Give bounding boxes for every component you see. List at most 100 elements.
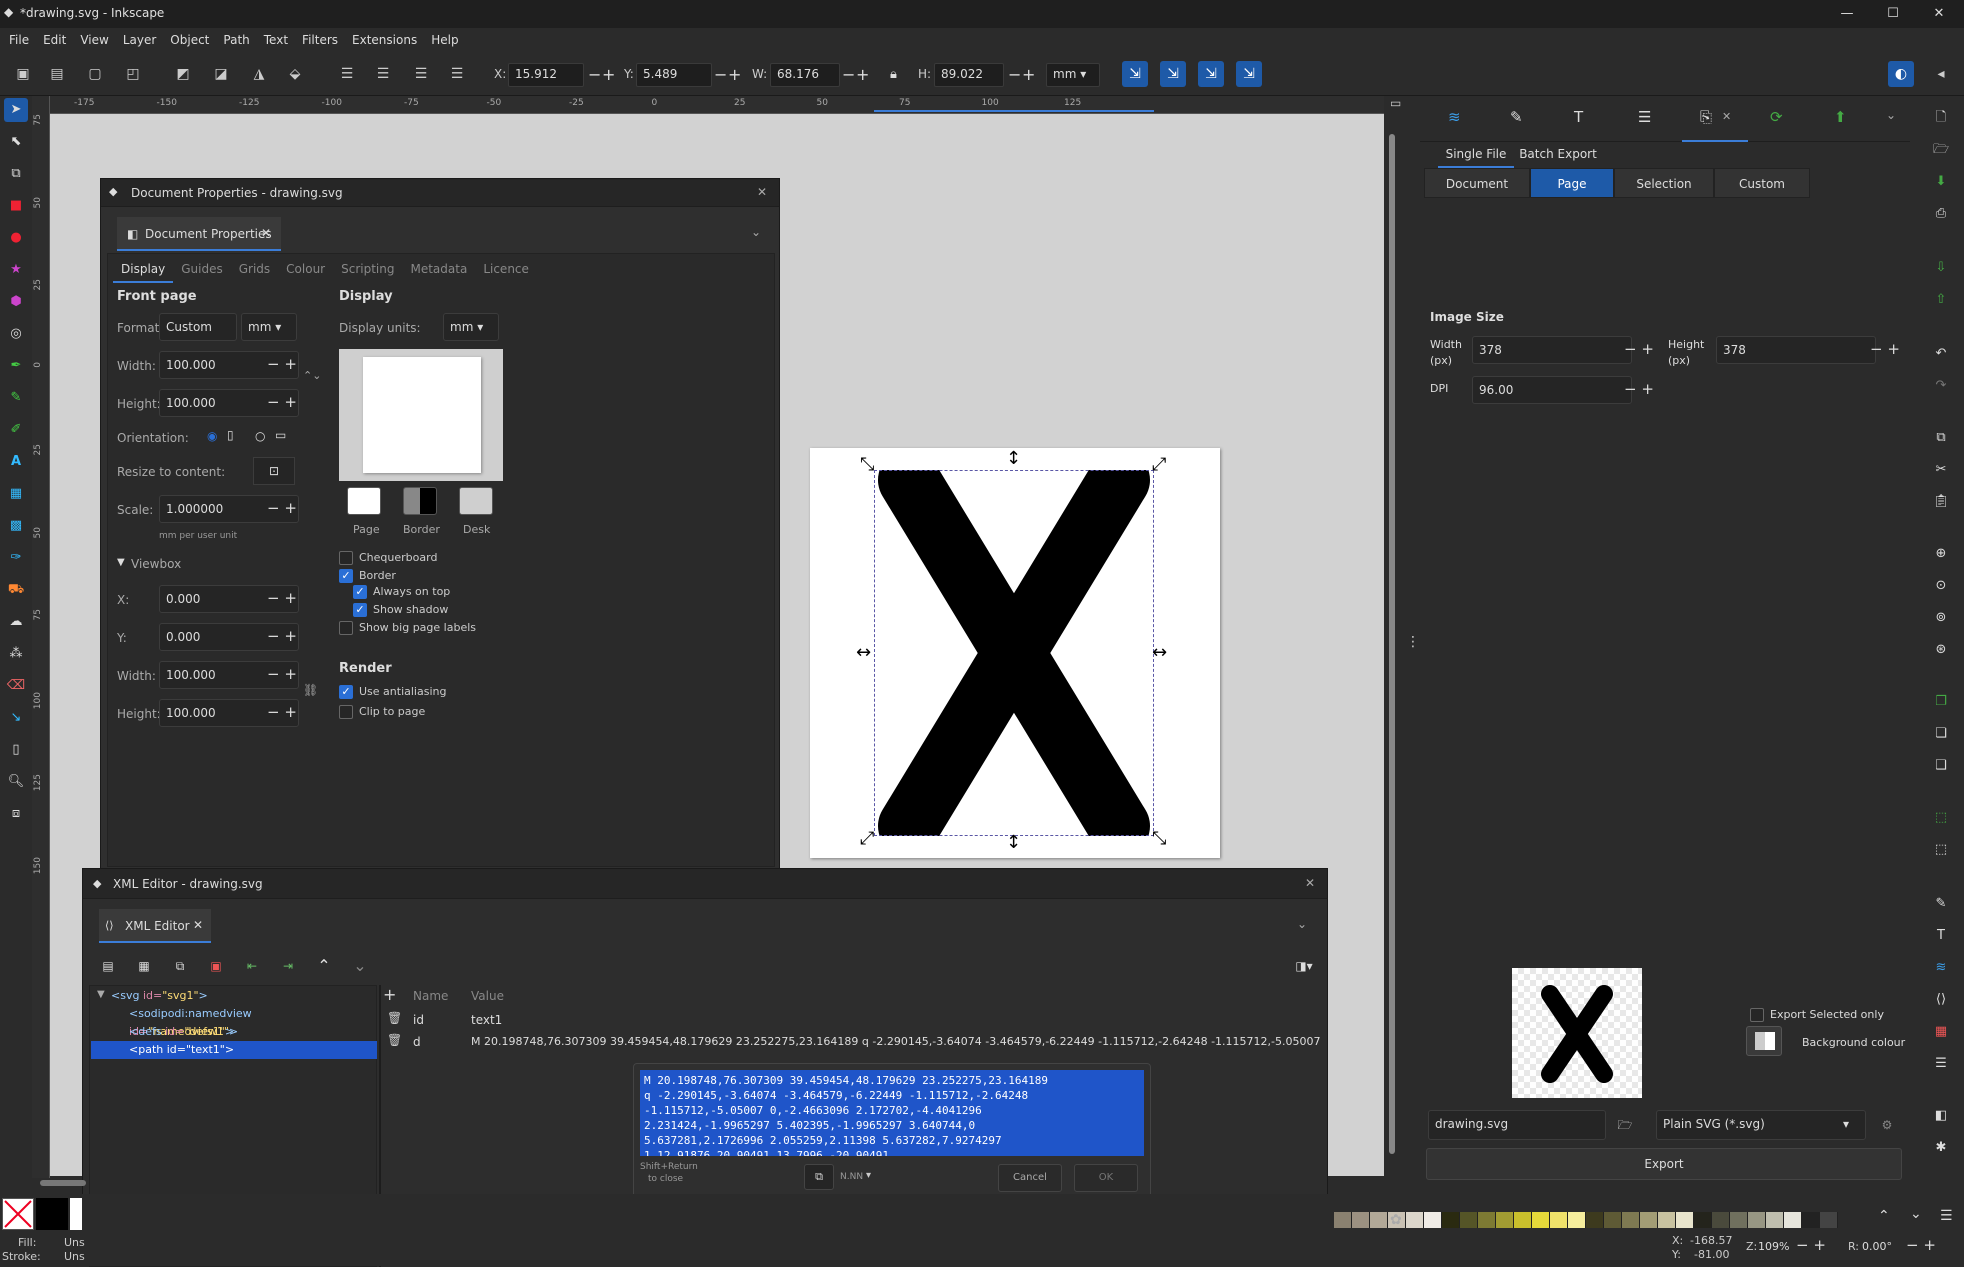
format-settings-gear-icon[interactable]: ⚙ <box>1872 1110 1902 1140</box>
copy-icon[interactable]: ⧉ <box>1929 426 1953 450</box>
paste-icon[interactable]: 📋︎ <box>1929 490 1953 514</box>
dpi-stepper[interactable]: − + <box>1624 380 1654 398</box>
menu-filters[interactable]: Filters <box>295 28 345 52</box>
star-tool-icon[interactable]: ★ <box>4 258 28 282</box>
unlink-clone-icon[interactable]: ❑ <box>1929 754 1953 778</box>
checkbox-border[interactable]: ✓ <box>339 569 353 583</box>
checkbox-always-on-top[interactable]: ✓ <box>353 585 367 599</box>
import-icon[interactable]: ⇩ <box>1929 256 1953 280</box>
scroll-thumb[interactable] <box>1389 134 1395 1154</box>
scale-stroke-icon[interactable]: ⇲ <box>1122 61 1148 87</box>
measure-tool-icon[interactable]: ⧈ <box>4 802 28 826</box>
close-icon[interactable]: ✕ <box>757 185 767 199</box>
palette-swatch[interactable] <box>1676 1212 1694 1228</box>
vb-width-stepper[interactable]: − + <box>267 665 297 683</box>
clone-icon[interactable]: ❏ <box>1929 722 1953 746</box>
cancel-button[interactable]: Cancel <box>998 1164 1062 1192</box>
select-all-icon[interactable]: ▣ <box>10 61 36 87</box>
y-decrement[interactable]: − <box>714 65 727 85</box>
tree-expander-icon[interactable]: ▼ <box>97 989 105 1000</box>
ok-button[interactable]: OK <box>1074 1164 1138 1192</box>
attr-value-id[interactable]: text1 <box>471 1013 502 1027</box>
width-stepper[interactable]: − + <box>267 355 297 373</box>
preferences-icon[interactable]: ✱ <box>1929 1136 1953 1160</box>
export-format-dropdown[interactable]: Plain SVG (*.svg) ▾ <box>1656 1110 1866 1140</box>
connector-tool-icon[interactable]: ↘ <box>4 706 28 730</box>
tab-display[interactable]: Display <box>113 257 174 283</box>
w-decrement[interactable]: − <box>842 65 855 85</box>
docprops-titlebar[interactable]: ◆ Document Properties - drawing.svg ✕ <box>101 179 779 207</box>
scale-handle-nw[interactable]: ⤡ <box>860 456 874 474</box>
tab-guides[interactable]: Guides <box>173 257 231 281</box>
selector-tool-icon[interactable]: ➤ <box>4 98 28 122</box>
lower-icon[interactable]: ☰ <box>408 61 434 87</box>
zoom-page-icon[interactable]: ⊚ <box>1929 606 1953 630</box>
height-stepper[interactable]: − + <box>267 393 297 411</box>
deselect-icon[interactable]: ▢ <box>82 61 108 87</box>
palette-swatch[interactable] <box>1514 1212 1532 1228</box>
close-window-button[interactable]: ✕ <box>1916 0 1962 28</box>
duplicate-node-icon[interactable]: ⧉ <box>169 955 191 977</box>
scale-handle-e[interactable]: ↔ <box>1152 644 1167 662</box>
delete-attribute-icon[interactable]: 🗑︎ <box>387 1011 402 1025</box>
viewbox-expander-icon[interactable]: ▼ <box>117 557 125 568</box>
tab-licence[interactable]: Licence <box>475 257 537 281</box>
palette-swatch[interactable] <box>1622 1212 1640 1228</box>
palette-swatch[interactable] <box>1586 1212 1604 1228</box>
paint-bucket-icon[interactable]: ⛟ <box>4 578 28 602</box>
palette-swatch[interactable] <box>1424 1212 1442 1228</box>
background-colour-button[interactable] <box>1746 1026 1782 1056</box>
segment-page[interactable]: Page <box>1530 168 1614 198</box>
chevron-down-icon[interactable]: ⌄ <box>1297 917 1307 931</box>
layers-command-icon[interactable]: ≋ <box>1929 956 1953 980</box>
h-decrement[interactable]: − <box>1008 65 1021 85</box>
close-tab-icon[interactable]: ✕ <box>261 226 271 240</box>
zoom-drawing-icon[interactable]: ⊙ <box>1929 574 1953 598</box>
scale-handle-s[interactable]: ↕ <box>1006 834 1021 852</box>
zoom-width-icon[interactable]: ⊛ <box>1929 638 1953 662</box>
menu-file[interactable]: File <box>2 28 36 52</box>
fill-stroke-icon[interactable]: ✎ <box>1510 108 1523 126</box>
new-document-icon[interactable]: 🗋︎ <box>1929 106 1953 130</box>
palette-swatch[interactable] <box>1784 1212 1802 1228</box>
dropper-tool-icon[interactable]: ✑ <box>4 546 28 570</box>
rotation-value[interactable]: 0.00° <box>1862 1240 1892 1253</box>
xml-command-icon[interactable]: ⟨⟩ <box>1929 988 1953 1012</box>
format-unit-dropdown[interactable]: mm ▾ <box>241 313 297 341</box>
xml-titlebar[interactable]: ◆ XML Editor - drawing.svg ✕ <box>83 869 1327 899</box>
menu-help[interactable]: Help <box>424 28 465 52</box>
border-colour-swatch[interactable] <box>403 487 437 515</box>
node-tool-icon[interactable]: ⬉ <box>4 130 28 154</box>
zoom-tool-icon[interactable]: 🔍︎ <box>4 770 28 794</box>
transform-icon[interactable]: ⟳ <box>1770 108 1783 126</box>
zoom-selection-icon[interactable]: ⊕ <box>1929 542 1953 566</box>
new-element-node-icon[interactable]: ▤ <box>97 955 119 977</box>
print-icon[interactable]: ⎙ <box>1929 202 1953 226</box>
snap-menu-icon[interactable]: ◂ <box>1928 61 1954 87</box>
menu-text[interactable]: Text <box>257 28 295 52</box>
chevron-down-icon[interactable]: ⌄ <box>1886 108 1896 122</box>
align-distribute-icon[interactable]: ☰ <box>1638 108 1651 126</box>
link-viewbox-icon[interactable]: ⛓ <box>303 683 318 697</box>
palette-scroll-up-icon[interactable]: ⌃ <box>1878 1208 1890 1224</box>
display-units-dropdown[interactable]: mm ▾ <box>443 313 499 341</box>
pages-tool-icon[interactable]: ▯ <box>4 738 28 762</box>
stroke-value[interactable]: Uns <box>64 1250 85 1263</box>
link-size-icon[interactable]: ⌃⌄ <box>303 369 321 382</box>
duplicate-icon[interactable]: ❐ <box>1929 690 1953 714</box>
checkbox-clip-to-page[interactable] <box>339 705 353 719</box>
export-dock-tab[interactable]: ⎘ ✕ <box>1682 96 1748 142</box>
minimize-button[interactable]: — <box>1824 0 1870 28</box>
move-patterns-icon[interactable]: ⇲ <box>1236 61 1262 87</box>
ungroup-icon[interactable]: ⬚ <box>1929 838 1953 862</box>
text-font-icon[interactable]: T <box>1574 108 1583 126</box>
text-tool-icon[interactable]: A <box>4 450 28 474</box>
pencil-tool-icon[interactable]: ✎ <box>4 386 28 410</box>
menu-edit[interactable]: Edit <box>36 28 73 52</box>
width-stepper[interactable]: − + <box>1624 340 1654 358</box>
export-width-field[interactable]: 378 <box>1472 336 1632 364</box>
raise-icon[interactable]: ☰ <box>370 61 396 87</box>
export-filename-field[interactable]: drawing.svg <box>1428 1110 1606 1140</box>
flip-horizontal-icon[interactable]: ◮ <box>246 61 272 87</box>
indent-node-icon[interactable]: ⇥ <box>277 955 299 977</box>
